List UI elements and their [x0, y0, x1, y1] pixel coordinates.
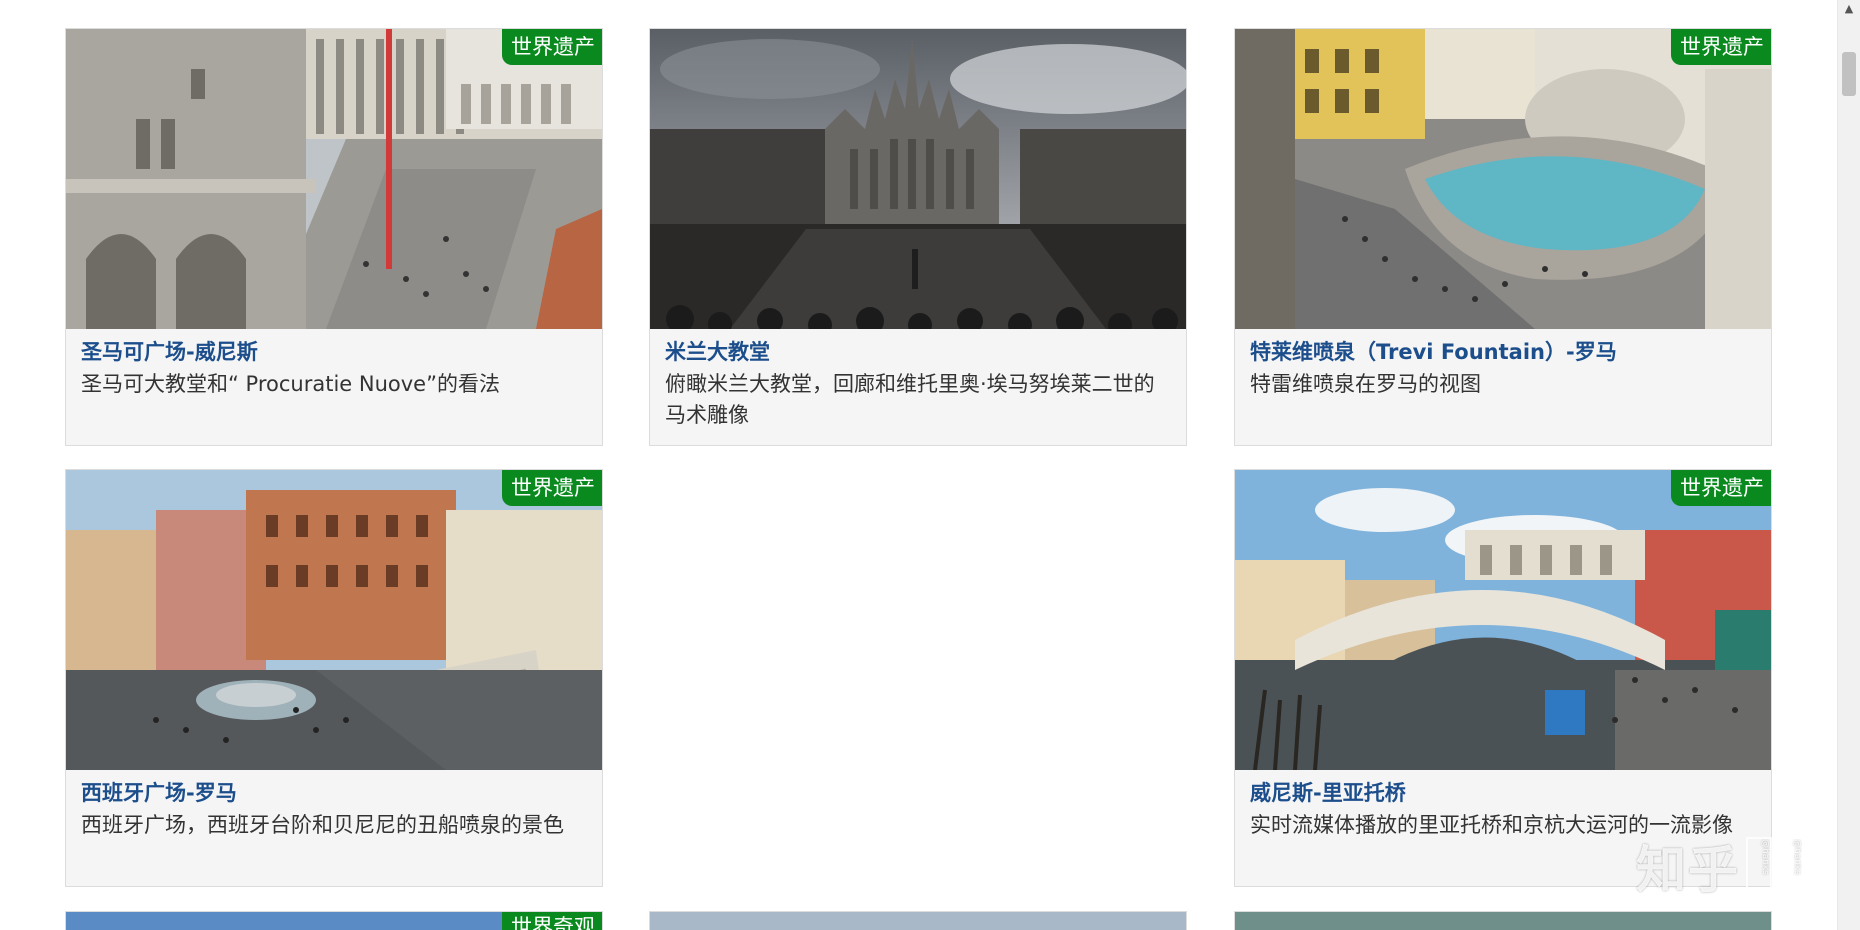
vertical-scrollbar[interactable]: ▲: [1837, 0, 1860, 930]
spanish-steps-picture: [66, 470, 602, 770]
world-wonder-badge: 世界奇观: [502, 912, 602, 930]
webcam-card-partial[interactable]: [1234, 911, 1772, 930]
card-description: 特雷维喷泉在罗马的视图: [1250, 372, 1481, 396]
card-description: 西班牙广场，西班牙台阶和贝尼尼的丑船喷泉的景色: [81, 813, 564, 837]
milan-cathedral-image[interactable]: [650, 29, 1186, 329]
partial-card-image[interactable]: [650, 912, 1186, 930]
webcam-card-spanish-steps[interactable]: 世界遗产 西班牙广场-罗马 西班牙广场，西班牙台阶和贝尼尼的丑船喷泉的景色: [65, 469, 603, 887]
trevi-fountain-image[interactable]: 世界遗产: [1235, 29, 1771, 329]
world-heritage-badge: 世界遗产: [1671, 470, 1771, 506]
rialto-bridge-picture: [1235, 470, 1771, 770]
st-marks-square-image[interactable]: 世界遗产: [66, 29, 602, 329]
spanish-steps-image[interactable]: 世界遗产: [66, 470, 602, 770]
world-heritage-badge: 世界遗产: [1671, 29, 1771, 65]
world-heritage-badge: 世界遗产: [502, 29, 602, 65]
card-description: 圣马可大教堂和“ Procuratie Nuove”的看法: [81, 372, 500, 396]
webcam-card-partial[interactable]: [649, 911, 1187, 930]
trevi-fountain-picture: [1235, 29, 1771, 329]
card-title-link[interactable]: 圣马可广场-威尼斯: [66, 329, 602, 367]
card-title-link[interactable]: 特莱维喷泉（Trevi Fountain）-罗马: [1235, 329, 1771, 367]
world-heritage-badge: 世界遗产: [502, 470, 602, 506]
card-title-link[interactable]: 米兰大教堂: [650, 329, 1186, 367]
scroll-up-arrow-icon[interactable]: ▲: [1838, 0, 1860, 18]
card-description: 俯瞰米兰大教堂，回廊和维托里奥·埃马努埃莱二世的马术雕像: [665, 372, 1155, 427]
card-title-link[interactable]: 西班牙广场-罗马: [66, 770, 602, 808]
webcam-card-trevi-fountain[interactable]: 世界遗产 特莱维喷泉（Trevi Fountain）-罗马 特雷维喷泉在罗马的视…: [1234, 28, 1772, 446]
webcam-gallery-page: 世界遗产 圣马可广场-威尼斯 圣马可大教堂和“ Procuratie Nuove…: [0, 0, 1860, 930]
rialto-bridge-image[interactable]: 世界遗产: [1235, 470, 1771, 770]
partial-card-image[interactable]: [1235, 912, 1771, 930]
webcam-card-rialto-bridge[interactable]: 世界遗产 威尼斯-里亚托桥 实时流媒体播放的里亚托桥和京杭大运河的一流影像: [1234, 469, 1772, 887]
card-title-link[interactable]: 威尼斯-里亚托桥: [1235, 770, 1771, 808]
card-description: 实时流媒体播放的里亚托桥和京杭大运河的一流影像: [1250, 813, 1733, 837]
partial-card-image[interactable]: 世界奇观: [66, 912, 602, 930]
st-marks-square-picture: [66, 29, 602, 329]
milan-cathedral-picture: [650, 29, 1186, 329]
webcam-grid: 世界遗产 圣马可广场-威尼斯 圣马可大教堂和“ Procuratie Nuove…: [0, 0, 1838, 930]
webcam-card-st-marks[interactable]: 世界遗产 圣马可广场-威尼斯 圣马可大教堂和“ Procuratie Nuove…: [65, 28, 603, 446]
webcam-card-milan-cathedral[interactable]: 米兰大教堂 俯瞰米兰大教堂，回廊和维托里奥·埃马努埃莱二世的马术雕像: [649, 28, 1187, 446]
scrollbar-thumb[interactable]: [1842, 52, 1856, 96]
webcam-card-partial[interactable]: 世界奇观: [65, 911, 603, 930]
